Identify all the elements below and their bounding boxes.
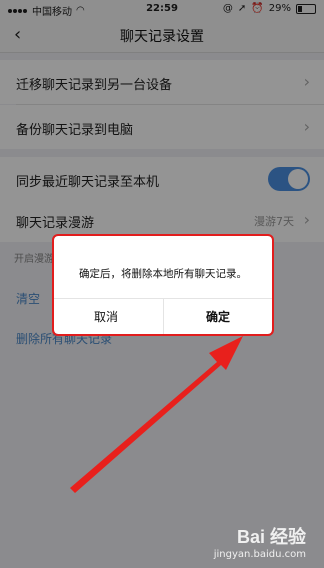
confirm-dialog: 确定后，将删除本地所有聊天记录。 取消 确定 (52, 234, 274, 336)
dialog-button-divider (163, 298, 164, 334)
confirm-button[interactable]: 确定 (206, 308, 230, 325)
baidu-watermark: Bai 经验 jingyan.baidu.com (214, 523, 306, 560)
watermark-logo: Bai 经验 (236, 527, 306, 547)
watermark-url: jingyan.baidu.com (213, 549, 306, 560)
cancel-button[interactable]: 取消 (94, 308, 118, 325)
dialog-message: 确定后，将删除本地所有聊天记录。 (79, 268, 247, 280)
